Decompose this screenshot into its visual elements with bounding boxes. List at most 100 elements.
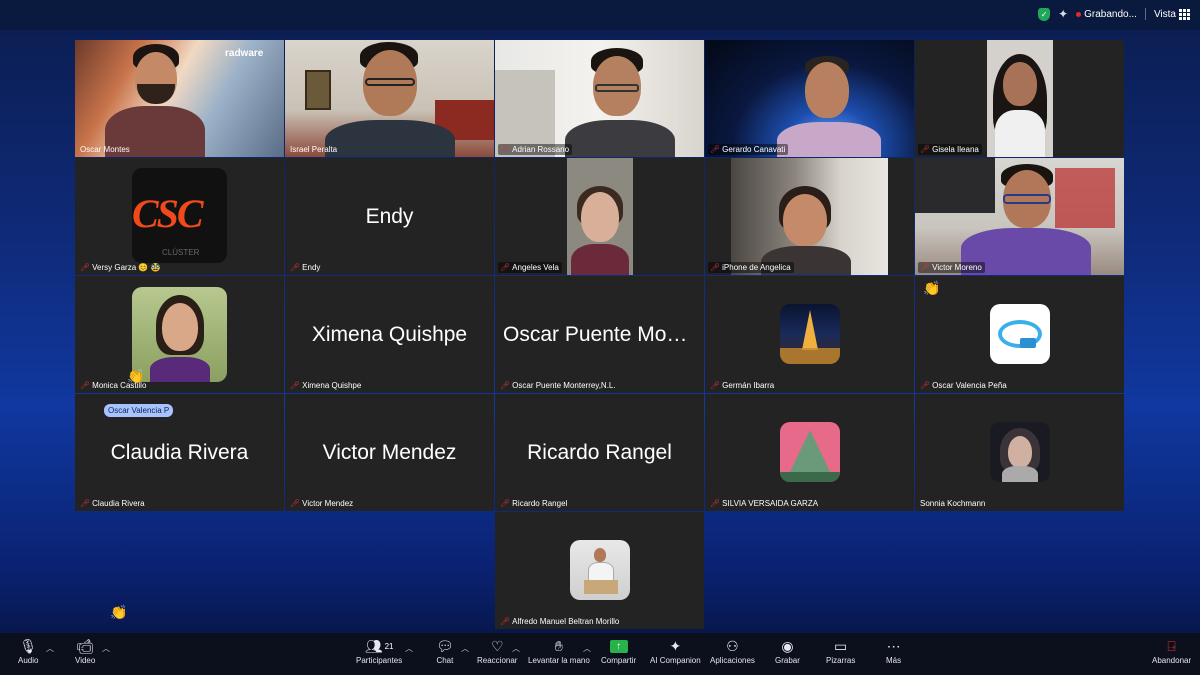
participant-name: 🎤︎ Gisela Ileana xyxy=(918,144,982,155)
profile-picture xyxy=(780,304,840,364)
audio-options-caret-icon[interactable]: ︿ xyxy=(46,643,54,654)
more-button[interactable]: ⋯ Más xyxy=(886,636,901,666)
ai-companion-label: AI Companion xyxy=(650,656,701,665)
participants-label: Participantes xyxy=(356,656,403,665)
mic-muted-icon: 🎤︎ xyxy=(80,381,91,390)
participant-name: 🎤︎ Germán Ibarra xyxy=(710,381,775,390)
grid-view-icon xyxy=(1179,8,1190,20)
mic-muted-icon: 🎤︎ xyxy=(500,499,511,508)
share-screen-icon: ↑ xyxy=(609,636,628,656)
whiteboards-button[interactable]: ▭ Pizarras xyxy=(826,636,855,666)
recording-dot-icon xyxy=(1076,11,1082,17)
participant-video: radware xyxy=(75,40,284,157)
profile-picture xyxy=(990,422,1050,482)
share-button[interactable]: ↑ Compartir xyxy=(601,636,636,665)
audio-button[interactable]: 🎙︎ Audio xyxy=(18,636,39,666)
participant-name: 🎤︎ Victor Mendez xyxy=(290,499,354,508)
mic-muted-icon: 🎤︎ xyxy=(500,381,511,390)
brand-text: radware xyxy=(225,48,264,59)
more-dots-icon: ⋯ xyxy=(886,637,901,654)
mic-muted-icon: 🎤︎ xyxy=(710,381,721,390)
participant-tile-victor-moreno[interactable]: 🎤︎ Victor Moreno xyxy=(915,158,1124,275)
participant-tile-adrian-rossano[interactable]: 🎤︎ Adrian Rossano xyxy=(495,40,704,157)
raise-hand-button[interactable]: ✋︎ Levantar la mano xyxy=(528,636,590,666)
react-label: Reaccionar xyxy=(477,656,518,665)
participant-name: Israel Peralta xyxy=(290,145,338,154)
participant-name: 🎤︎ Claudia Rivera xyxy=(80,499,145,508)
security-shield-icon[interactable]: ✓ xyxy=(1038,7,1051,21)
participant-tile-iphone-de-angelica[interactable]: 🎤︎ iPhone de Angelica xyxy=(705,158,914,275)
participant-tile-gerardo-canavati[interactable]: 🎤︎ Gerardo Canavati xyxy=(705,40,914,157)
react-options-caret-icon[interactable]: ︿ xyxy=(512,643,520,654)
participant-tile-german-ibarra[interactable]: 🎤︎ Germán Ibarra xyxy=(705,276,914,393)
mic-muted-icon: 🎤︎ xyxy=(500,263,511,272)
video-button[interactable]: 📹︎ Video xyxy=(75,636,96,666)
view-button[interactable]: Vista xyxy=(1154,8,1190,20)
chat-button[interactable]: 💬︎ Chat xyxy=(436,636,454,666)
participant-name: 🎤︎ Adrian Rossano xyxy=(498,144,573,155)
participant-hover-chip: Oscar Valencia P xyxy=(104,404,174,417)
participant-name: Sonnia Kochmann xyxy=(920,499,986,508)
profile-picture: CSC CLÚSTER xyxy=(132,168,227,263)
participants-options-caret-icon[interactable]: ︿ xyxy=(405,643,413,654)
participant-name: 🎤︎ SILVIA VERSAIDA GARZA xyxy=(710,499,819,508)
chat-label: Chat xyxy=(436,656,454,665)
logo-text: CSC xyxy=(132,191,204,236)
participant-video xyxy=(285,40,494,157)
participant-tile-angeles-vela[interactable]: 🎤︎ Angeles Vela xyxy=(495,158,704,275)
participant-tile-oscar-valencia[interactable]: 🎤︎ Oscar Valencia Peña 👏 xyxy=(915,276,1124,393)
mic-muted-icon: 🎤︎ xyxy=(920,145,931,154)
audio-label: Audio xyxy=(18,656,39,665)
participant-name: 🎤︎ Victor Moreno xyxy=(918,262,985,273)
participant-tile-sonnia-kochmann[interactable]: Sonnia Kochmann xyxy=(915,394,1124,511)
participant-tile-alfredo-beltran[interactable]: 🎤︎ Alfredo Manuel Beltran Morillo xyxy=(495,512,704,629)
participant-tile-oscar-puente[interactable]: Oscar Puente Mont... 🎤︎ Oscar Puente Mont… xyxy=(495,276,704,393)
leave-button[interactable]: ⍈ Abandonar xyxy=(1152,636,1192,666)
top-bar-status: ✓ ✦ Grabando... Vista xyxy=(1038,7,1190,21)
apps-button[interactable]: ⚇ Aplicaciones xyxy=(710,636,755,666)
participant-tile-silvia-versaida-garza[interactable]: 🎤︎ SILVIA VERSAIDA GARZA xyxy=(705,394,914,511)
participant-name: 🎤︎ Ximena Quishpe xyxy=(290,381,362,390)
record-button[interactable]: ◉ Grabar xyxy=(775,636,800,666)
raised-hand-icon: ✋︎ xyxy=(554,637,563,654)
participant-display-name: Endy xyxy=(365,204,414,228)
participant-display-name: Claudia Rivera xyxy=(110,440,249,464)
raise-hand-options-caret-icon[interactable]: ︿ xyxy=(583,643,591,654)
whiteboard-icon: ▭ xyxy=(834,637,848,654)
recording-indicator[interactable]: Grabando... xyxy=(1076,9,1137,20)
participant-tile-israel-peralta[interactable]: Israel Peralta xyxy=(285,40,494,157)
profile-picture xyxy=(570,540,630,600)
participant-tile-gisela-ileana[interactable]: 🎤︎ Gisela Ileana xyxy=(915,40,1124,157)
profile-picture xyxy=(990,304,1050,364)
leave-label: Abandonar xyxy=(1152,656,1192,665)
logo-subtext: CLÚSTER xyxy=(162,248,200,257)
participant-name: 🎤︎ Oscar Valencia Peña xyxy=(920,381,1007,390)
participant-tile-monica-castillo[interactable]: 🎤︎ Monica Castillo 👏 xyxy=(75,276,284,393)
ai-companion-sparkle-icon[interactable]: ✦ xyxy=(1058,7,1068,21)
participant-tile-endy[interactable]: Endy 🎤︎ Endy xyxy=(285,158,494,275)
participant-tile-victor-mendez[interactable]: Victor Mendez 🎤︎ Victor Mendez xyxy=(285,394,494,511)
chat-options-caret-icon[interactable]: ︿ xyxy=(461,643,469,654)
ai-companion-button[interactable]: ✦ AI Companion xyxy=(650,636,701,666)
mic-muted-icon: 🎤︎ xyxy=(920,381,931,390)
participant-display-name: Oscar Puente Mont... xyxy=(503,322,702,346)
participant-tile-versy-garza[interactable]: CSC CLÚSTER 🎤︎ Versy Garza 😊 🥸 xyxy=(75,158,284,275)
video-options-caret-icon[interactable]: ︿ xyxy=(102,643,110,654)
participant-tile-ximena-quishpe[interactable]: Ximena Quishpe 🎤︎ Ximena Quishpe xyxy=(285,276,494,393)
recording-label: Grabando... xyxy=(1084,8,1137,20)
participant-tile-ricardo-rangel[interactable]: Ricardo Rangel 🎤︎ Ricardo Rangel xyxy=(495,394,704,511)
participants-count: 21 xyxy=(384,641,394,651)
participant-name: 🎤︎ Gerardo Canavati xyxy=(708,144,789,155)
mic-muted-icon: 🎤︎ xyxy=(920,263,931,272)
participants-button[interactable]: 👥︎ 21 Participantes xyxy=(356,636,403,666)
participant-tile-oscar-montes[interactable]: radware Oscar Montes xyxy=(75,40,284,157)
profile-picture xyxy=(780,422,840,482)
record-label: Grabar xyxy=(775,656,800,665)
clap-reaction-icon: 👏 xyxy=(923,280,941,296)
mic-muted-icon: 🎤︎ xyxy=(290,263,301,272)
mic-muted-icon: 🎤︎ xyxy=(500,145,511,154)
video-label: Video xyxy=(75,656,96,665)
participant-display-name: Victor Mendez xyxy=(322,440,457,464)
raise-hand-label: Levantar la mano xyxy=(528,656,590,665)
participant-name: 🎤︎ Oscar Puente Monterrey,N.L. xyxy=(500,381,616,390)
